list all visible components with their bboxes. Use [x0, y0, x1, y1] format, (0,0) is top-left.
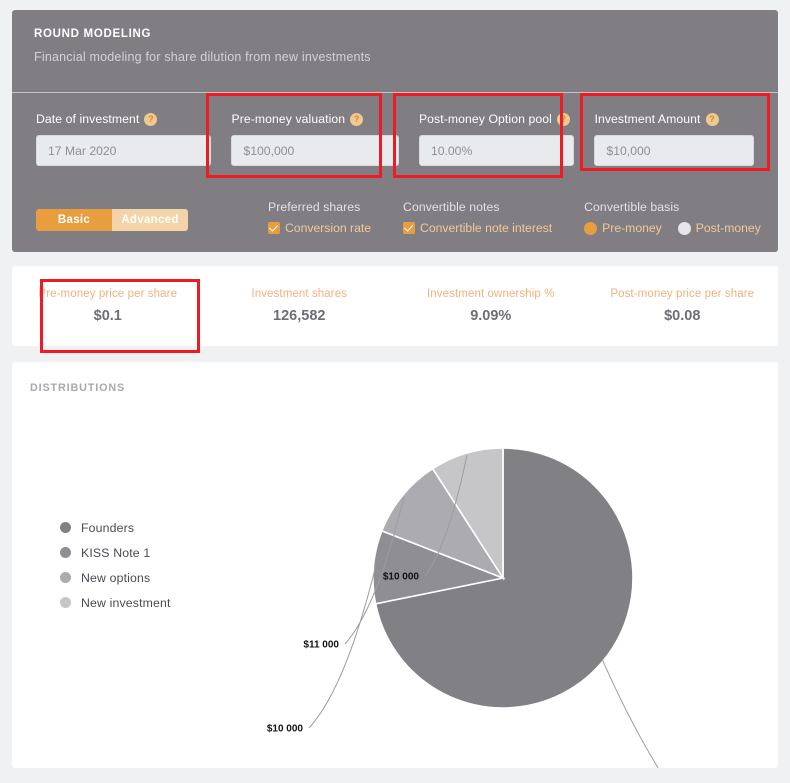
radio-post-money[interactable]: Post-money: [677, 221, 761, 235]
post-money-option-pool-label: Post-money Option pool: [418, 112, 552, 126]
conversion-rate-label: Conversion rate: [285, 221, 372, 235]
pie-chart: Founders KISS Note 1 New options New invest…: [12, 362, 778, 768]
pie-slice-value-label: $10 000: [383, 572, 420, 583]
pie-slice-value-label: $11 000: [303, 640, 339, 651]
help-icon[interactable]: ?: [556, 112, 570, 126]
pre-money-valuation-label: Pre-money valuation: [231, 112, 346, 126]
check-icon[interactable]: [403, 222, 416, 234]
options-row: Basic Advanced Preferred shares Conversi…: [12, 200, 778, 235]
round-modeling-card: ROUND MODELING Financial modeling for sh…: [12, 10, 778, 252]
post-money-label: Post-money: [695, 221, 761, 235]
leader-line: [601, 658, 659, 768]
date-of-investment-input[interactable]: 17 Mar 2020: [36, 135, 212, 166]
round-modeling-header: ROUND MODELING Financial modeling for sh…: [12, 10, 778, 64]
input-fields-row: Date of investment ? 17 Mar 2020 Pre-mon…: [12, 102, 778, 178]
convertible-basis-group: Convertible basis Pre-money Post-money: [584, 200, 761, 235]
field-label: Post-money Option pool ?: [419, 112, 575, 126]
metric-value: 9.09%: [470, 308, 512, 324]
radio-unselected-icon[interactable]: [677, 221, 691, 235]
metric-value: $0.08: [664, 308, 701, 324]
round-modeling-page: ROUND MODELING Financial modeling for sh…: [0, 0, 790, 783]
metric-label: Investment shares: [251, 288, 348, 300]
metric-label: Investment ownership %: [427, 288, 555, 300]
metrics-card: Pre-money price per share $0.1 Investmen…: [12, 266, 778, 346]
metric-pre-money-price-per-share: Pre-money price per share $0.1: [12, 266, 204, 346]
metric-label: Post-money price per share: [610, 288, 755, 300]
field-label: Date of investment ?: [36, 112, 211, 126]
help-icon[interactable]: ?: [705, 112, 719, 126]
field-date-of-investment: Date of investment ? 17 Mar 2020: [26, 102, 221, 178]
metric-value: $0.1: [93, 308, 122, 324]
check-icon[interactable]: [268, 222, 280, 234]
checkbox-convertible-note-interest[interactable]: Convertible note interest: [403, 221, 552, 235]
field-label: Investment Amount ?: [594, 112, 754, 126]
pie-chart-svg: $79 000$10 000$11 000$10 000: [267, 447, 659, 768]
help-icon[interactable]: ?: [350, 112, 364, 126]
investment-amount-input[interactable]: $10,000: [594, 135, 754, 166]
convertible-basis-title: Convertible basis: [584, 200, 680, 214]
pie-slice-value-label: $10 000: [267, 724, 304, 735]
radio-pre-money[interactable]: Pre-money: [584, 221, 662, 235]
convertible-basis-options: Pre-money Post-money: [584, 221, 761, 235]
metric-investment-shares: Investment shares 126,582: [204, 266, 396, 346]
field-pre-money-valuation: Pre-money valuation ? $100,000: [221, 102, 408, 178]
radio-selected-icon[interactable]: [584, 221, 598, 235]
pre-money-label: Pre-money: [602, 221, 662, 235]
tab-basic[interactable]: Basic: [36, 209, 112, 231]
field-investment-amount: Investment Amount ? $10,000: [584, 102, 764, 178]
mode-toggle[interactable]: Basic Advanced: [36, 209, 188, 231]
distributions-card: DISTRIBUTIONS Founders KISS Note 1 New opt…: [12, 362, 778, 768]
preferred-shares-options: Conversion rate: [268, 221, 371, 235]
tab-advanced[interactable]: Advanced: [112, 209, 188, 231]
preferred-shares-title: Preferred shares: [268, 200, 361, 214]
page-subtitle: Financial modeling for share dilution fr…: [34, 50, 371, 64]
field-label: Pre-money valuation ?: [231, 112, 398, 126]
help-icon[interactable]: ?: [144, 112, 158, 126]
post-money-option-pool-input[interactable]: 10.00%: [418, 135, 575, 166]
field-post-money-option-pool: Post-money Option pool ? 10.00%: [409, 102, 585, 178]
metric-value: 126,582: [273, 308, 326, 324]
metric-label: Pre-money price per share: [38, 288, 178, 300]
convertible-notes-title: Convertible notes: [403, 200, 500, 214]
checkbox-conversion-rate[interactable]: Conversion rate: [268, 221, 371, 235]
metric-investment-ownership-pct: Investment ownership % 9.09%: [395, 266, 587, 346]
investment-amount-label: Investment Amount: [594, 112, 701, 126]
preferred-shares-group: Preferred shares Conversion rate: [268, 200, 371, 235]
header-divider: [12, 92, 778, 93]
page-title: ROUND MODELING: [34, 28, 152, 40]
metric-post-money-price-per-share: Post-money price per share $0.08: [587, 266, 779, 346]
convertible-note-interest-label: Convertible note interest: [420, 221, 553, 235]
convertible-notes-options: Convertible note interest: [403, 221, 552, 235]
pre-money-valuation-input[interactable]: $100,000: [231, 135, 399, 166]
date-of-investment-label: Date of investment: [36, 112, 140, 126]
convertible-notes-group: Convertible notes Convertible note inter…: [403, 200, 552, 235]
